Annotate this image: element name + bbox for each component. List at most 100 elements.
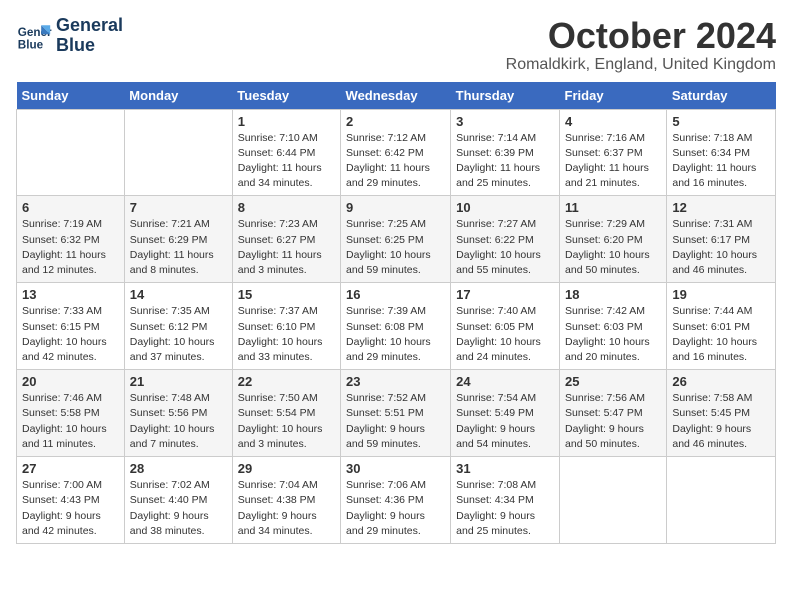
calendar-week-row: 1 Sunrise: 7:10 AM Sunset: 6:44 PM Daylig… bbox=[17, 109, 776, 196]
day-info: Sunrise: 7:16 AM Sunset: 6:37 PM Dayligh… bbox=[565, 131, 661, 192]
day-info: Sunrise: 7:23 AM Sunset: 6:27 PM Dayligh… bbox=[238, 217, 335, 278]
calendar-cell bbox=[560, 457, 667, 544]
day-number: 24 bbox=[456, 374, 554, 389]
day-number: 10 bbox=[456, 200, 554, 215]
day-info: Sunrise: 7:21 AM Sunset: 6:29 PM Dayligh… bbox=[130, 217, 227, 278]
day-info: Sunrise: 7:37 AM Sunset: 6:10 PM Dayligh… bbox=[238, 304, 335, 365]
day-info: Sunrise: 7:25 AM Sunset: 6:25 PM Dayligh… bbox=[346, 217, 445, 278]
day-info: Sunrise: 7:44 AM Sunset: 6:01 PM Dayligh… bbox=[672, 304, 770, 365]
day-number: 4 bbox=[565, 114, 661, 129]
calendar-cell: 14Sunrise: 7:35 AM Sunset: 6:12 PM Dayli… bbox=[124, 283, 232, 370]
calendar-cell: 21 Sunrise: 7:48 AM Sunset: 5:56 PM Dayli… bbox=[124, 370, 232, 457]
day-number: 23 bbox=[346, 374, 445, 389]
calendar-week-row: 6 Sunrise: 7:19 AM Sunset: 6:32 PM Daylig… bbox=[17, 196, 776, 283]
weekday-header-thursday: Thursday bbox=[451, 82, 560, 110]
weekday-header-tuesday: Tuesday bbox=[232, 82, 340, 110]
calendar-cell: 4 Sunrise: 7:16 AM Sunset: 6:37 PM Daylig… bbox=[560, 109, 667, 196]
calendar-cell bbox=[124, 109, 232, 196]
day-info: Sunrise: 7:04 AM Sunset: 4:38 PM Dayligh… bbox=[238, 478, 335, 539]
day-number: 11 bbox=[565, 200, 661, 215]
day-number: 16 bbox=[346, 287, 445, 302]
calendar-cell: 9 Sunrise: 7:25 AM Sunset: 6:25 PM Daylig… bbox=[341, 196, 451, 283]
day-number: 12 bbox=[672, 200, 770, 215]
calendar-cell: 25Sunrise: 7:56 AM Sunset: 5:47 PM Dayli… bbox=[560, 370, 667, 457]
day-info: Sunrise: 7:31 AM Sunset: 6:17 PM Dayligh… bbox=[672, 217, 770, 278]
calendar-cell: 8 Sunrise: 7:23 AM Sunset: 6:27 PM Daylig… bbox=[232, 196, 340, 283]
calendar-cell: 22Sunrise: 7:50 AM Sunset: 5:54 PM Dayli… bbox=[232, 370, 340, 457]
weekday-header-saturday: Saturday bbox=[667, 82, 776, 110]
calendar-cell: 27Sunrise: 7:00 AM Sunset: 4:43 PM Dayli… bbox=[17, 457, 125, 544]
logo-text: General Blue bbox=[56, 16, 123, 56]
month-title: October 2024 bbox=[506, 16, 776, 56]
weekday-header-wednesday: Wednesday bbox=[341, 82, 451, 110]
logo: General Blue General Blue bbox=[16, 16, 123, 56]
day-number: 17 bbox=[456, 287, 554, 302]
calendar-cell: 7 Sunrise: 7:21 AM Sunset: 6:29 PM Daylig… bbox=[124, 196, 232, 283]
day-info: Sunrise: 7:27 AM Sunset: 6:22 PM Dayligh… bbox=[456, 217, 554, 278]
day-number: 14 bbox=[130, 287, 227, 302]
title-block: October 2024 Romaldkirk, England, United… bbox=[506, 16, 776, 74]
calendar-cell: 2Sunrise: 7:12 AM Sunset: 6:42 PM Daylig… bbox=[341, 109, 451, 196]
day-number: 22 bbox=[238, 374, 335, 389]
day-info: Sunrise: 7:14 AM Sunset: 6:39 PM Dayligh… bbox=[456, 131, 554, 192]
day-number: 9 bbox=[346, 200, 445, 215]
day-number: 7 bbox=[130, 200, 227, 215]
calendar-cell: 15 Sunrise: 7:37 AM Sunset: 6:10 PM Dayli… bbox=[232, 283, 340, 370]
day-number: 21 bbox=[130, 374, 227, 389]
calendar-cell: 24Sunrise: 7:54 AM Sunset: 5:49 PM Dayli… bbox=[451, 370, 560, 457]
calendar-cell: 28Sunrise: 7:02 AM Sunset: 4:40 PM Dayli… bbox=[124, 457, 232, 544]
day-number: 28 bbox=[130, 461, 227, 476]
day-info: Sunrise: 7:00 AM Sunset: 4:43 PM Dayligh… bbox=[22, 478, 119, 539]
page-header: General Blue General Blue October 2024 R… bbox=[16, 16, 776, 74]
day-info: Sunrise: 7:19 AM Sunset: 6:32 PM Dayligh… bbox=[22, 217, 119, 278]
day-number: 29 bbox=[238, 461, 335, 476]
day-info: Sunrise: 7:33 AM Sunset: 6:15 PM Dayligh… bbox=[22, 304, 119, 365]
day-info: Sunrise: 7:40 AM Sunset: 6:05 PM Dayligh… bbox=[456, 304, 554, 365]
day-number: 3 bbox=[456, 114, 554, 129]
calendar-cell: 10 Sunrise: 7:27 AM Sunset: 6:22 PM Dayli… bbox=[451, 196, 560, 283]
day-info: Sunrise: 7:42 AM Sunset: 6:03 PM Dayligh… bbox=[565, 304, 661, 365]
day-number: 6 bbox=[22, 200, 119, 215]
day-info: Sunrise: 7:48 AM Sunset: 5:56 PM Dayligh… bbox=[130, 391, 227, 452]
weekday-header-sunday: Sunday bbox=[17, 82, 125, 110]
day-number: 5 bbox=[672, 114, 770, 129]
calendar-cell bbox=[667, 457, 776, 544]
calendar-cell: 19Sunrise: 7:44 AM Sunset: 6:01 PM Dayli… bbox=[667, 283, 776, 370]
day-number: 18 bbox=[565, 287, 661, 302]
day-info: Sunrise: 7:46 AM Sunset: 5:58 PM Dayligh… bbox=[22, 391, 119, 452]
day-number: 20 bbox=[22, 374, 119, 389]
calendar-week-row: 27Sunrise: 7:00 AM Sunset: 4:43 PM Dayli… bbox=[17, 457, 776, 544]
day-info: Sunrise: 7:56 AM Sunset: 5:47 PM Dayligh… bbox=[565, 391, 661, 452]
day-number: 8 bbox=[238, 200, 335, 215]
day-info: Sunrise: 7:29 AM Sunset: 6:20 PM Dayligh… bbox=[565, 217, 661, 278]
weekday-header-friday: Friday bbox=[560, 82, 667, 110]
calendar-week-row: 13 Sunrise: 7:33 AM Sunset: 6:15 PM Dayli… bbox=[17, 283, 776, 370]
calendar-cell: 3 Sunrise: 7:14 AM Sunset: 6:39 PM Daylig… bbox=[451, 109, 560, 196]
calendar-cell: 16 Sunrise: 7:39 AM Sunset: 6:08 PM Dayli… bbox=[341, 283, 451, 370]
calendar-cell: 12 Sunrise: 7:31 AM Sunset: 6:17 PM Dayli… bbox=[667, 196, 776, 283]
day-info: Sunrise: 7:12 AM Sunset: 6:42 PM Dayligh… bbox=[346, 131, 445, 192]
day-info: Sunrise: 7:58 AM Sunset: 5:45 PM Dayligh… bbox=[672, 391, 770, 452]
day-info: Sunrise: 7:39 AM Sunset: 6:08 PM Dayligh… bbox=[346, 304, 445, 365]
day-info: Sunrise: 7:52 AM Sunset: 5:51 PM Dayligh… bbox=[346, 391, 445, 452]
calendar-week-row: 20 Sunrise: 7:46 AM Sunset: 5:58 PM Dayli… bbox=[17, 370, 776, 457]
day-number: 13 bbox=[22, 287, 119, 302]
calendar-cell: 11 Sunrise: 7:29 AM Sunset: 6:20 PM Dayli… bbox=[560, 196, 667, 283]
day-number: 31 bbox=[456, 461, 554, 476]
day-info: Sunrise: 7:18 AM Sunset: 6:34 PM Dayligh… bbox=[672, 131, 770, 192]
day-number: 15 bbox=[238, 287, 335, 302]
location: Romaldkirk, England, United Kingdom bbox=[506, 56, 776, 74]
calendar-cell: 5 Sunrise: 7:18 AM Sunset: 6:34 PM Daylig… bbox=[667, 109, 776, 196]
day-info: Sunrise: 7:10 AM Sunset: 6:44 PM Dayligh… bbox=[238, 131, 335, 192]
weekday-header-row: SundayMondayTuesdayWednesdayThursdayFrid… bbox=[17, 82, 776, 110]
calendar-cell: 18 Sunrise: 7:42 AM Sunset: 6:03 PM Dayli… bbox=[560, 283, 667, 370]
day-info: Sunrise: 7:06 AM Sunset: 4:36 PM Dayligh… bbox=[346, 478, 445, 539]
logo-icon: General Blue bbox=[16, 18, 52, 54]
calendar-table: SundayMondayTuesdayWednesdayThursdayFrid… bbox=[16, 82, 776, 544]
calendar-cell: 1 Sunrise: 7:10 AM Sunset: 6:44 PM Daylig… bbox=[232, 109, 340, 196]
calendar-cell bbox=[17, 109, 125, 196]
calendar-cell: 23 Sunrise: 7:52 AM Sunset: 5:51 PM Dayli… bbox=[341, 370, 451, 457]
calendar-cell: 30Sunrise: 7:06 AM Sunset: 4:36 PM Dayli… bbox=[341, 457, 451, 544]
day-number: 1 bbox=[238, 114, 335, 129]
day-number: 26 bbox=[672, 374, 770, 389]
